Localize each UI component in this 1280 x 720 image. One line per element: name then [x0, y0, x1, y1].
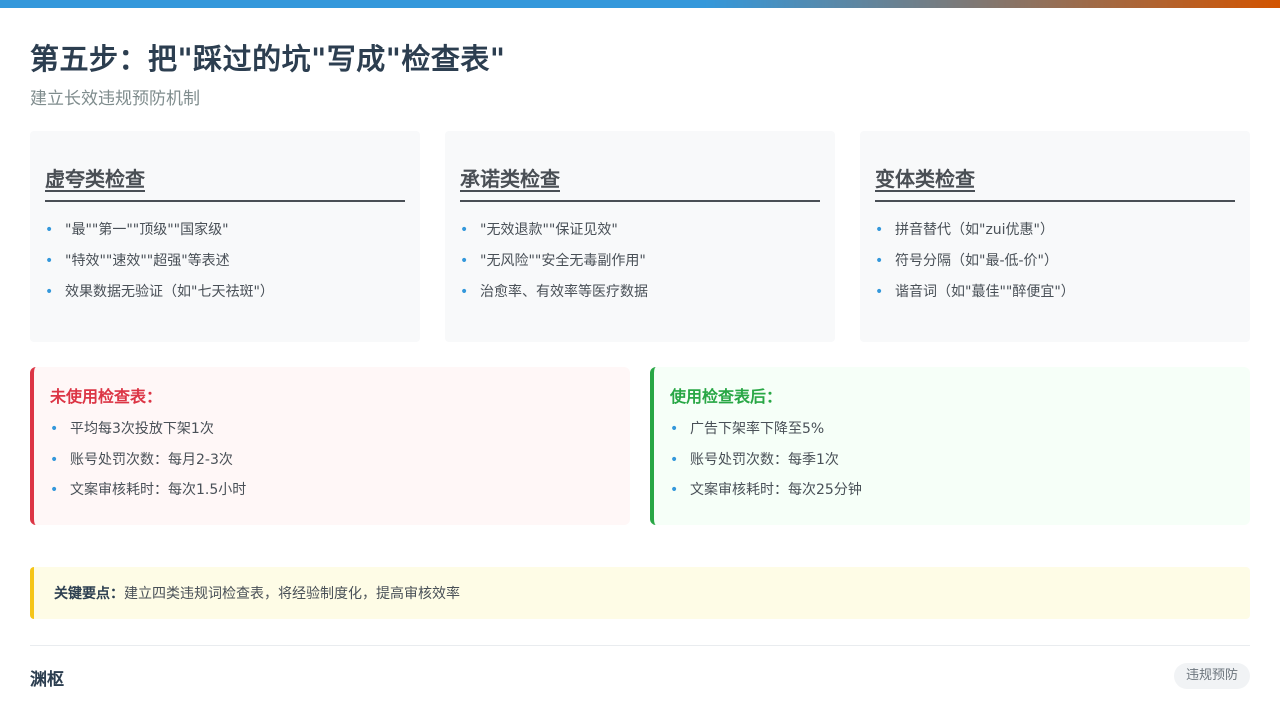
card-list: "最""第一""顶级""国家级" "特效""速效""超强"等表述 效果数据无验证…: [45, 220, 405, 313]
check-cards: 虚夸类检查 "最""第一""顶级""国家级" "特效""速效""超强"等表述 效…: [30, 131, 1250, 342]
page-title: 第五步：把"踩过的坑"写成"检查表": [30, 42, 506, 76]
footer-tag: 违规预防: [1173, 663, 1250, 689]
list-item: "最""第一""顶级""国家级": [45, 220, 405, 251]
list-item: 文案审核耗时：每次25分钟: [670, 480, 1234, 511]
list-item: "无风险""安全无毒副作用": [460, 251, 820, 282]
list-item: "特效""速效""超强"等表述: [45, 251, 405, 282]
before-title: 未使用检查表：: [50, 387, 163, 406]
list-item: 治愈率、有效率等医疗数据: [460, 282, 820, 313]
comparison-section: 未使用检查表： 平均每3次投放下架1次 账号处罚次数：每月2-3次 文案审核耗时…: [30, 367, 1250, 525]
footer-brand: 渊枢: [30, 670, 64, 690]
list-item: 平均每3次投放下架1次: [50, 419, 614, 450]
top-accent-bar: [0, 0, 1280, 8]
list-item: 效果数据无验证（如"七天祛斑"）: [45, 282, 405, 313]
card-title: 变体类检查: [875, 163, 1235, 202]
card-list: "无效退款""保证见效" "无风险""安全无毒副作用" 治愈率、有效率等医疗数据: [460, 220, 820, 313]
card-list: 拼音替代（如"zui优惠"） 符号分隔（如"最-低-价"） 谐音词（如"蕞佳""…: [875, 220, 1235, 313]
card-title: 承诺类检查: [460, 163, 820, 202]
list-item: 文案审核耗时：每次1.5小时: [50, 480, 614, 511]
footer-divider: [30, 645, 1250, 646]
list-item: 拼音替代（如"zui优惠"）: [875, 220, 1235, 251]
list-item: 账号处罚次数：每季1次: [670, 450, 1234, 481]
page-subtitle: 建立长效违规预防机制: [30, 89, 200, 109]
key-point-callout: 关键要点： 建立四类违规词检查表，将经验制度化，提高审核效率: [30, 567, 1250, 619]
list-item: 广告下架率下降至5%: [670, 419, 1234, 450]
after-title: 使用检查表后：: [670, 387, 783, 406]
list-item: 符号分隔（如"最-低-价"）: [875, 251, 1235, 282]
list-item: 谐音词（如"蕞佳""醉便宜"）: [875, 282, 1235, 313]
before-list: 平均每3次投放下架1次 账号处罚次数：每月2-3次 文案审核耗时：每次1.5小时: [50, 419, 614, 511]
card-promise: 承诺类检查 "无效退款""保证见效" "无风险""安全无毒副作用" 治愈率、有效…: [445, 131, 835, 342]
key-point-label: 关键要点：: [54, 586, 124, 602]
after-panel: 使用检查表后： 广告下架率下降至5% 账号处罚次数：每季1次 文案审核耗时：每次…: [650, 367, 1250, 525]
after-list: 广告下架率下降至5% 账号处罚次数：每季1次 文案审核耗时：每次25分钟: [670, 419, 1234, 511]
list-item: 账号处罚次数：每月2-3次: [50, 450, 614, 481]
before-panel: 未使用检查表： 平均每3次投放下架1次 账号处罚次数：每月2-3次 文案审核耗时…: [30, 367, 630, 525]
card-title: 虚夸类检查: [45, 163, 405, 202]
card-exaggeration: 虚夸类检查 "最""第一""顶级""国家级" "特效""速效""超强"等表述 效…: [30, 131, 420, 342]
list-item: "无效退款""保证见效": [460, 220, 820, 251]
key-point-text: 建立四类违规词检查表，将经验制度化，提高审核效率: [124, 586, 460, 602]
card-variant: 变体类检查 拼音替代（如"zui优惠"） 符号分隔（如"最-低-价"） 谐音词（…: [860, 131, 1250, 342]
